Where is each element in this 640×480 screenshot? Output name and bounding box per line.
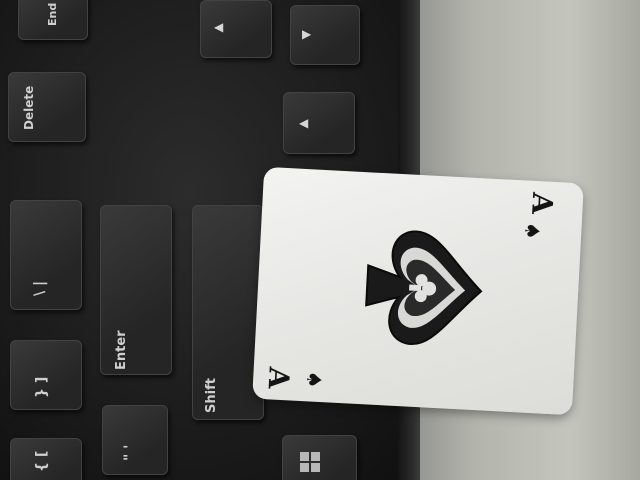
- enter-key-label: Enter: [114, 330, 129, 370]
- brace-key-2: { [: [10, 438, 82, 480]
- ace-spade-icon: [365, 230, 483, 346]
- delete-key-label: Delete: [22, 85, 36, 130]
- left-arrow-icon: ◀: [299, 116, 309, 130]
- delete-key: Delete: [8, 72, 86, 142]
- card-index-top: A: [525, 191, 560, 216]
- up-arrow-icon: ◀: [214, 20, 224, 34]
- down-arrow-icon: ▶: [302, 27, 312, 41]
- up-arrow-key: ◀: [200, 0, 272, 58]
- quote-key: " ': [102, 405, 168, 475]
- left-arrow-key: ◀: [283, 92, 355, 154]
- spade-icon: ♠: [519, 221, 545, 241]
- right-arrow-key: ▶: [290, 5, 360, 65]
- end-key-label: End: [46, 2, 59, 26]
- spade-icon-bottom: ♠: [301, 370, 327, 390]
- shift-key-label: Shift: [204, 378, 219, 413]
- end-key: End: [18, 0, 88, 40]
- enter-key: Enter: [100, 205, 172, 375]
- photo-scene: End ◀ ▶ ◀ Delete \ | } ] { [ Enter " ' S…: [0, 0, 640, 480]
- card-rank-bottom: A: [261, 366, 296, 390]
- brace-key: } ]: [10, 340, 82, 410]
- playing-card: A ♠ A ♠: [252, 166, 584, 416]
- bracket-key: \ |: [10, 200, 82, 310]
- card-index-bottom: A: [261, 366, 296, 390]
- windows-logo-icon: [300, 452, 322, 474]
- card-rank-top: A: [525, 191, 560, 216]
